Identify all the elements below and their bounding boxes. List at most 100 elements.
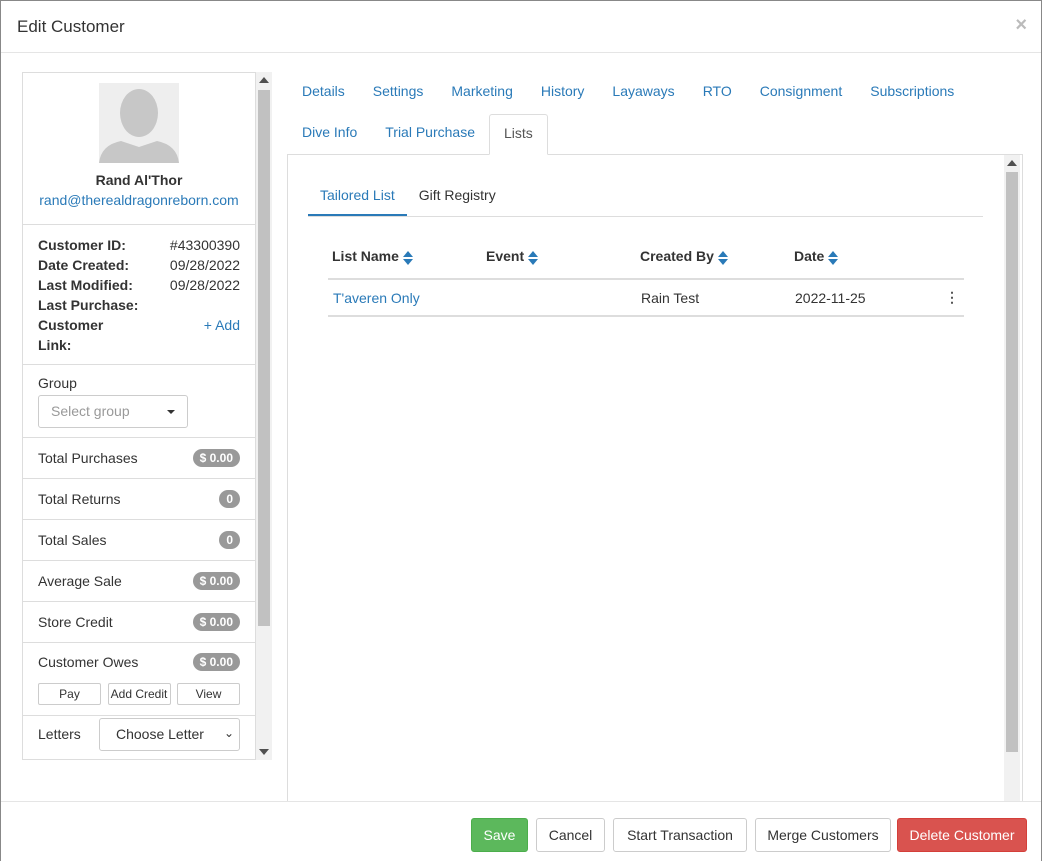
merge-customers-button[interactable]: Merge Customers <box>755 818 891 852</box>
stat-badge: $ 0.00 <box>192 449 240 467</box>
event-cell <box>482 279 636 317</box>
info-label: Last Purchase: <box>38 297 139 313</box>
user-silhouette-icon <box>99 83 179 163</box>
info-row-customer-link: Customer + Add <box>38 315 240 335</box>
info-value: 09/28/2022 <box>169 257 240 273</box>
subtab-tailored-list[interactable]: Tailored List <box>308 175 407 216</box>
owes-label: Customer Owes <box>38 654 139 670</box>
scroll-up-arrow-icon[interactable] <box>259 77 269 83</box>
info-row-last-purchase: Last Purchase: <box>38 295 240 315</box>
tabs-row-2: Dive Info Trial Purchase Lists <box>288 114 548 155</box>
close-icon[interactable]: × <box>1015 15 1027 35</box>
stat-average-sale: Average Sale $ 0.00 <box>23 561 255 602</box>
left-panel-scrollbar[interactable] <box>256 72 272 760</box>
tab-consignment[interactable]: Consignment <box>746 73 857 109</box>
modal-title: Edit Customer <box>17 17 125 36</box>
tab-trial-purchase[interactable]: Trial Purchase <box>371 114 489 155</box>
avatar <box>99 83 179 163</box>
chevron-down-icon: ⌄ <box>223 726 234 740</box>
tab-lists[interactable]: Lists <box>489 114 548 155</box>
edit-customer-modal: Edit Customer × Rand Al'Thor rand@therea… <box>0 0 1042 861</box>
col-header-list-name[interactable]: List Name <box>328 235 482 280</box>
modal-footer: Save Cancel Start Transaction Merge Cust… <box>1 801 1041 861</box>
col-header-actions <box>930 235 964 280</box>
customer-info: Customer ID: #43300390 Date Created: 09/… <box>23 225 255 365</box>
created-by-cell: Rain Test <box>636 279 790 317</box>
tabs-row-1: Details Settings Marketing History Layaw… <box>288 73 968 109</box>
choose-letter-value: Choose Letter <box>116 726 204 742</box>
subtab-gift-registry[interactable]: Gift Registry <box>407 175 508 216</box>
customer-email-link[interactable]: rand@therealdragonreborn.com <box>23 192 255 208</box>
info-row-last-modified: Last Modified: 09/28/2022 <box>38 275 240 295</box>
pay-button[interactable]: Pay <box>38 683 101 705</box>
stat-total-purchases: Total Purchases $ 0.00 <box>23 438 255 479</box>
stat-badge: $ 0.00 <box>192 572 240 590</box>
stat-badge: $ 0.00 <box>192 613 240 631</box>
stat-label: Total Purchases <box>38 450 138 466</box>
choose-letter-select[interactable]: Choose Letter ⌄ <box>99 718 240 751</box>
group-select-placeholder: Select group <box>51 403 130 419</box>
stat-total-returns: Total Returns 0 <box>23 479 255 520</box>
list-name-link[interactable]: T'averen Only <box>328 279 482 317</box>
tab-settings[interactable]: Settings <box>359 73 438 109</box>
lists-table: List Name Event Created By Date T'averen… <box>328 235 964 317</box>
lists-tab-content: Tailored List Gift Registry List Name Ev… <box>287 154 1023 802</box>
col-header-event[interactable]: Event <box>482 235 636 280</box>
info-label: Customer ID: <box>38 237 126 253</box>
letters-block: Letters Choose Letter ⌄ <box>23 716 255 759</box>
stat-badge: 0 <box>219 531 240 549</box>
stat-badge: 0 <box>219 490 240 508</box>
col-header-date[interactable]: Date <box>790 235 930 280</box>
stat-store-credit: Store Credit $ 0.00 <box>23 602 255 643</box>
customer-profile: Rand Al'Thor rand@therealdragonreborn.co… <box>23 73 255 225</box>
sort-icon[interactable] <box>828 250 839 265</box>
tab-layaways[interactable]: Layaways <box>598 73 688 109</box>
info-label: Customer <box>38 317 104 333</box>
customer-name: Rand Al'Thor <box>95 172 183 188</box>
info-label: Link: <box>38 337 72 353</box>
owes-badge: $ 0.00 <box>192 653 240 671</box>
delete-customer-button[interactable]: Delete Customer <box>897 818 1027 852</box>
content-scrollbar[interactable] <box>1004 155 1020 801</box>
info-value: #43300390 <box>169 237 240 253</box>
group-block: Group Select group <box>23 365 255 438</box>
scrollbar-thumb[interactable] <box>1006 172 1018 752</box>
customer-summary-panel: Rand Al'Thor rand@therealdragonreborn.co… <box>22 72 256 760</box>
tab-history[interactable]: History <box>527 73 599 109</box>
scroll-up-arrow-icon[interactable] <box>1007 160 1017 166</box>
start-transaction-button[interactable]: Start Transaction <box>613 818 747 852</box>
cancel-button[interactable]: Cancel <box>536 818 605 852</box>
tab-rto[interactable]: RTO <box>689 73 746 109</box>
sort-icon[interactable] <box>717 250 728 265</box>
sort-icon[interactable] <box>528 250 539 265</box>
info-label: Last Modified: <box>38 277 133 293</box>
info-row-link-cont: Link: <box>38 335 240 355</box>
sort-icon[interactable] <box>402 250 413 265</box>
scroll-down-arrow-icon[interactable] <box>259 749 269 755</box>
info-value: 09/28/2022 <box>169 277 240 293</box>
kebab-menu-icon[interactable]: ⋮ <box>930 279 964 317</box>
tab-subscriptions[interactable]: Subscriptions <box>856 73 968 109</box>
group-select[interactable]: Select group <box>38 395 188 428</box>
info-row-date-created: Date Created: 09/28/2022 <box>38 255 240 275</box>
group-label: Group <box>38 375 77 391</box>
add-customer-link-button[interactable]: + Add <box>204 315 240 335</box>
table-row: T'averen Only Rain Test 2022-11-25 ⋮ <box>328 279 964 317</box>
lists-subtabs: Tailored List Gift Registry <box>308 175 983 217</box>
tab-dive-info[interactable]: Dive Info <box>288 114 371 155</box>
view-button[interactable]: View <box>177 683 240 705</box>
letters-label: Letters <box>38 726 81 742</box>
stat-total-sales: Total Sales 0 <box>23 520 255 561</box>
date-cell: 2022-11-25 <box>790 279 930 317</box>
stat-label: Store Credit <box>38 614 113 630</box>
tab-marketing[interactable]: Marketing <box>437 73 526 109</box>
stat-label: Total Sales <box>38 532 107 548</box>
col-header-created-by[interactable]: Created By <box>636 235 790 280</box>
add-credit-button[interactable]: Add Credit <box>107 683 171 705</box>
tab-details[interactable]: Details <box>288 73 359 109</box>
customer-owes-block: Customer Owes $ 0.00 Pay Add Credit View <box>23 643 255 716</box>
info-label: Date Created: <box>38 257 130 273</box>
info-row-customer-id: Customer ID: #43300390 <box>38 235 240 255</box>
save-button[interactable]: Save <box>471 818 528 852</box>
scrollbar-thumb[interactable] <box>258 90 270 626</box>
